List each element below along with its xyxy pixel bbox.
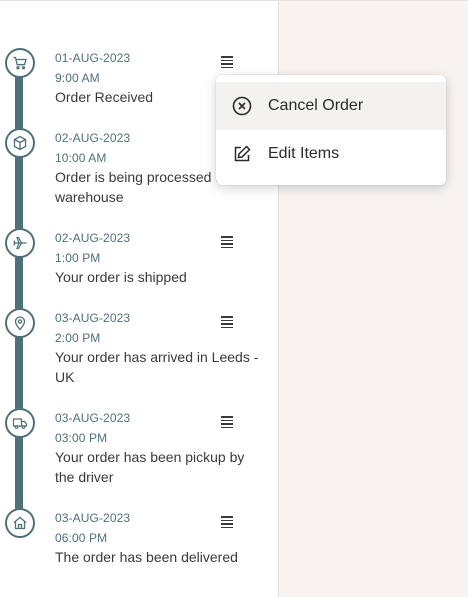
context-menu: Cancel Order Edit Items: [216, 75, 446, 185]
edit-items-label: Edit Items: [268, 145, 340, 162]
airplane-icon: [5, 228, 35, 258]
home-icon: [5, 508, 35, 538]
edit-icon: [232, 144, 252, 164]
timeline-description: Your order is shipped: [55, 269, 187, 285]
cancel-order-label: Cancel Order: [268, 97, 364, 114]
item-menu-button[interactable]: [221, 54, 237, 70]
item-menu-button[interactable]: [221, 234, 237, 250]
timeline-date: 02-AUG-2023: [55, 131, 131, 145]
item-menu-button[interactable]: [221, 514, 237, 530]
item-menu-button[interactable]: [221, 414, 237, 430]
timeline-date: 03-AUG-2023: [55, 511, 131, 525]
timeline-date: 03-AUG-2023: [55, 311, 131, 325]
edit-items-menu-item[interactable]: Edit Items: [216, 130, 446, 178]
timeline-description: The order has been delivered: [55, 549, 238, 565]
timeline-date: 03-AUG-2023: [55, 411, 131, 425]
item-menu-button[interactable]: [221, 314, 237, 330]
box-icon: [5, 128, 35, 158]
truck-icon: [5, 408, 35, 438]
cart-icon: [5, 48, 35, 78]
timeline-time: 1:00 PM: [55, 251, 101, 265]
timeline-time: 2:00 PM: [55, 331, 101, 345]
location-pin-icon: [5, 308, 35, 338]
timeline-date: 02-AUG-2023: [55, 231, 131, 245]
timeline-date: 01-AUG-2023: [55, 51, 131, 65]
timeline-time: 9:00 AM: [55, 71, 100, 85]
timeline-time: 03:00 PM: [55, 431, 108, 445]
timeline-description: Your order has been pickup by the driver: [55, 449, 245, 485]
timeline-time: 06:00 PM: [55, 531, 108, 545]
timeline-time: 10:00 AM: [55, 151, 107, 165]
timeline-description: Your order has arrived in Leeds - UK: [55, 349, 259, 385]
cancel-order-menu-item[interactable]: Cancel Order: [216, 82, 446, 130]
cancel-circle-icon: [232, 96, 252, 116]
